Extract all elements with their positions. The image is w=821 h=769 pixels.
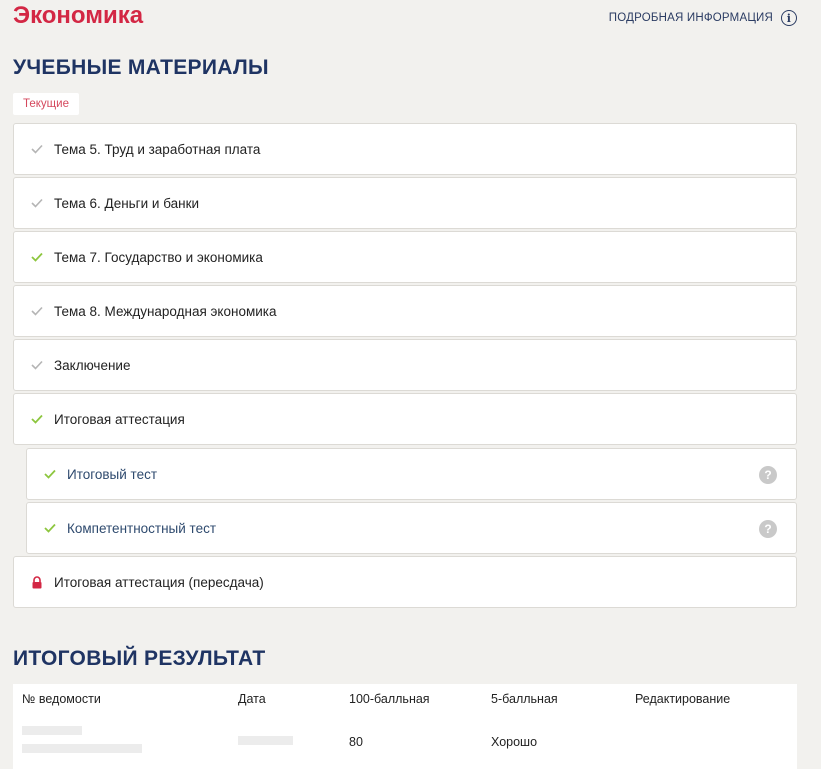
redacted-text	[238, 736, 293, 745]
help-icon[interactable]: ?	[759, 520, 777, 538]
redacted-text	[22, 744, 142, 753]
column-header: № ведомости	[22, 692, 101, 706]
info-icon[interactable]: i	[781, 10, 797, 26]
score-100: 80	[349, 735, 363, 749]
column-header: 5-балльная	[491, 692, 558, 706]
column-header: Редактирование	[635, 692, 731, 706]
topic-item[interactable]: Итоговая аттестация	[13, 393, 797, 445]
course-title: Экономика	[13, 2, 144, 29]
topic-item[interactable]: Тема 6. Деньги и банки	[13, 177, 797, 229]
topic-label: Заключение	[54, 357, 131, 373]
check-icon	[28, 144, 46, 154]
check-icon	[28, 252, 46, 262]
check-icon	[28, 360, 46, 370]
check-icon	[28, 198, 46, 208]
redacted-text	[22, 726, 82, 735]
subtopic-label: Итоговый тест	[67, 466, 158, 482]
subtopic-item[interactable]: Компетентностный тест ?	[26, 502, 797, 554]
topic-label: Итоговая аттестация	[54, 411, 185, 427]
details-link-label: ПОДРОБНАЯ ИНФОРМАЦИЯ	[608, 12, 773, 24]
topic-label: Тема 5. Труд и заработная плата	[54, 141, 261, 157]
help-icon[interactable]: ?	[759, 466, 777, 484]
check-icon	[41, 523, 59, 533]
results-title: ИТОГОВЫЙ РЕЗУЛЬТАТ	[13, 647, 266, 670]
lock-icon	[28, 575, 46, 589]
subtopic-label: Компетентностный тест	[67, 520, 217, 536]
results-table: № ведомости Дата 100-балльная 5-балльная…	[13, 684, 797, 769]
materials-title: УЧЕБНЫЕ МАТЕРИАЛЫ	[13, 56, 269, 79]
topic-label: Итоговая аттестация (пересдача)	[54, 574, 264, 590]
topic-item[interactable]: Тема 7. Государство и экономика	[13, 231, 797, 283]
column-header: 100-балльная	[349, 692, 430, 706]
tab-current[interactable]: Текущие	[13, 93, 79, 115]
subtopic-item[interactable]: Итоговый тест ?	[26, 448, 797, 500]
check-icon	[28, 306, 46, 316]
column-header: Дата	[238, 692, 266, 706]
check-icon	[41, 469, 59, 479]
topic-item[interactable]: Тема 5. Труд и заработная плата	[13, 123, 797, 175]
check-icon	[28, 414, 46, 424]
topic-label: Тема 7. Государство и экономика	[54, 249, 263, 265]
topic-label: Тема 6. Деньги и банки	[54, 195, 200, 211]
topic-item[interactable]: Тема 8. Международная экономика	[13, 285, 797, 337]
topic-item-locked[interactable]: Итоговая аттестация (пересдача)	[13, 556, 797, 608]
topic-item[interactable]: Заключение	[13, 339, 797, 391]
details-link[interactable]: ПОДРОБНАЯ ИНФОРМАЦИЯ i	[609, 10, 797, 26]
topic-label: Тема 8. Международная экономика	[54, 303, 277, 319]
score-5: Хорошо	[491, 735, 538, 749]
